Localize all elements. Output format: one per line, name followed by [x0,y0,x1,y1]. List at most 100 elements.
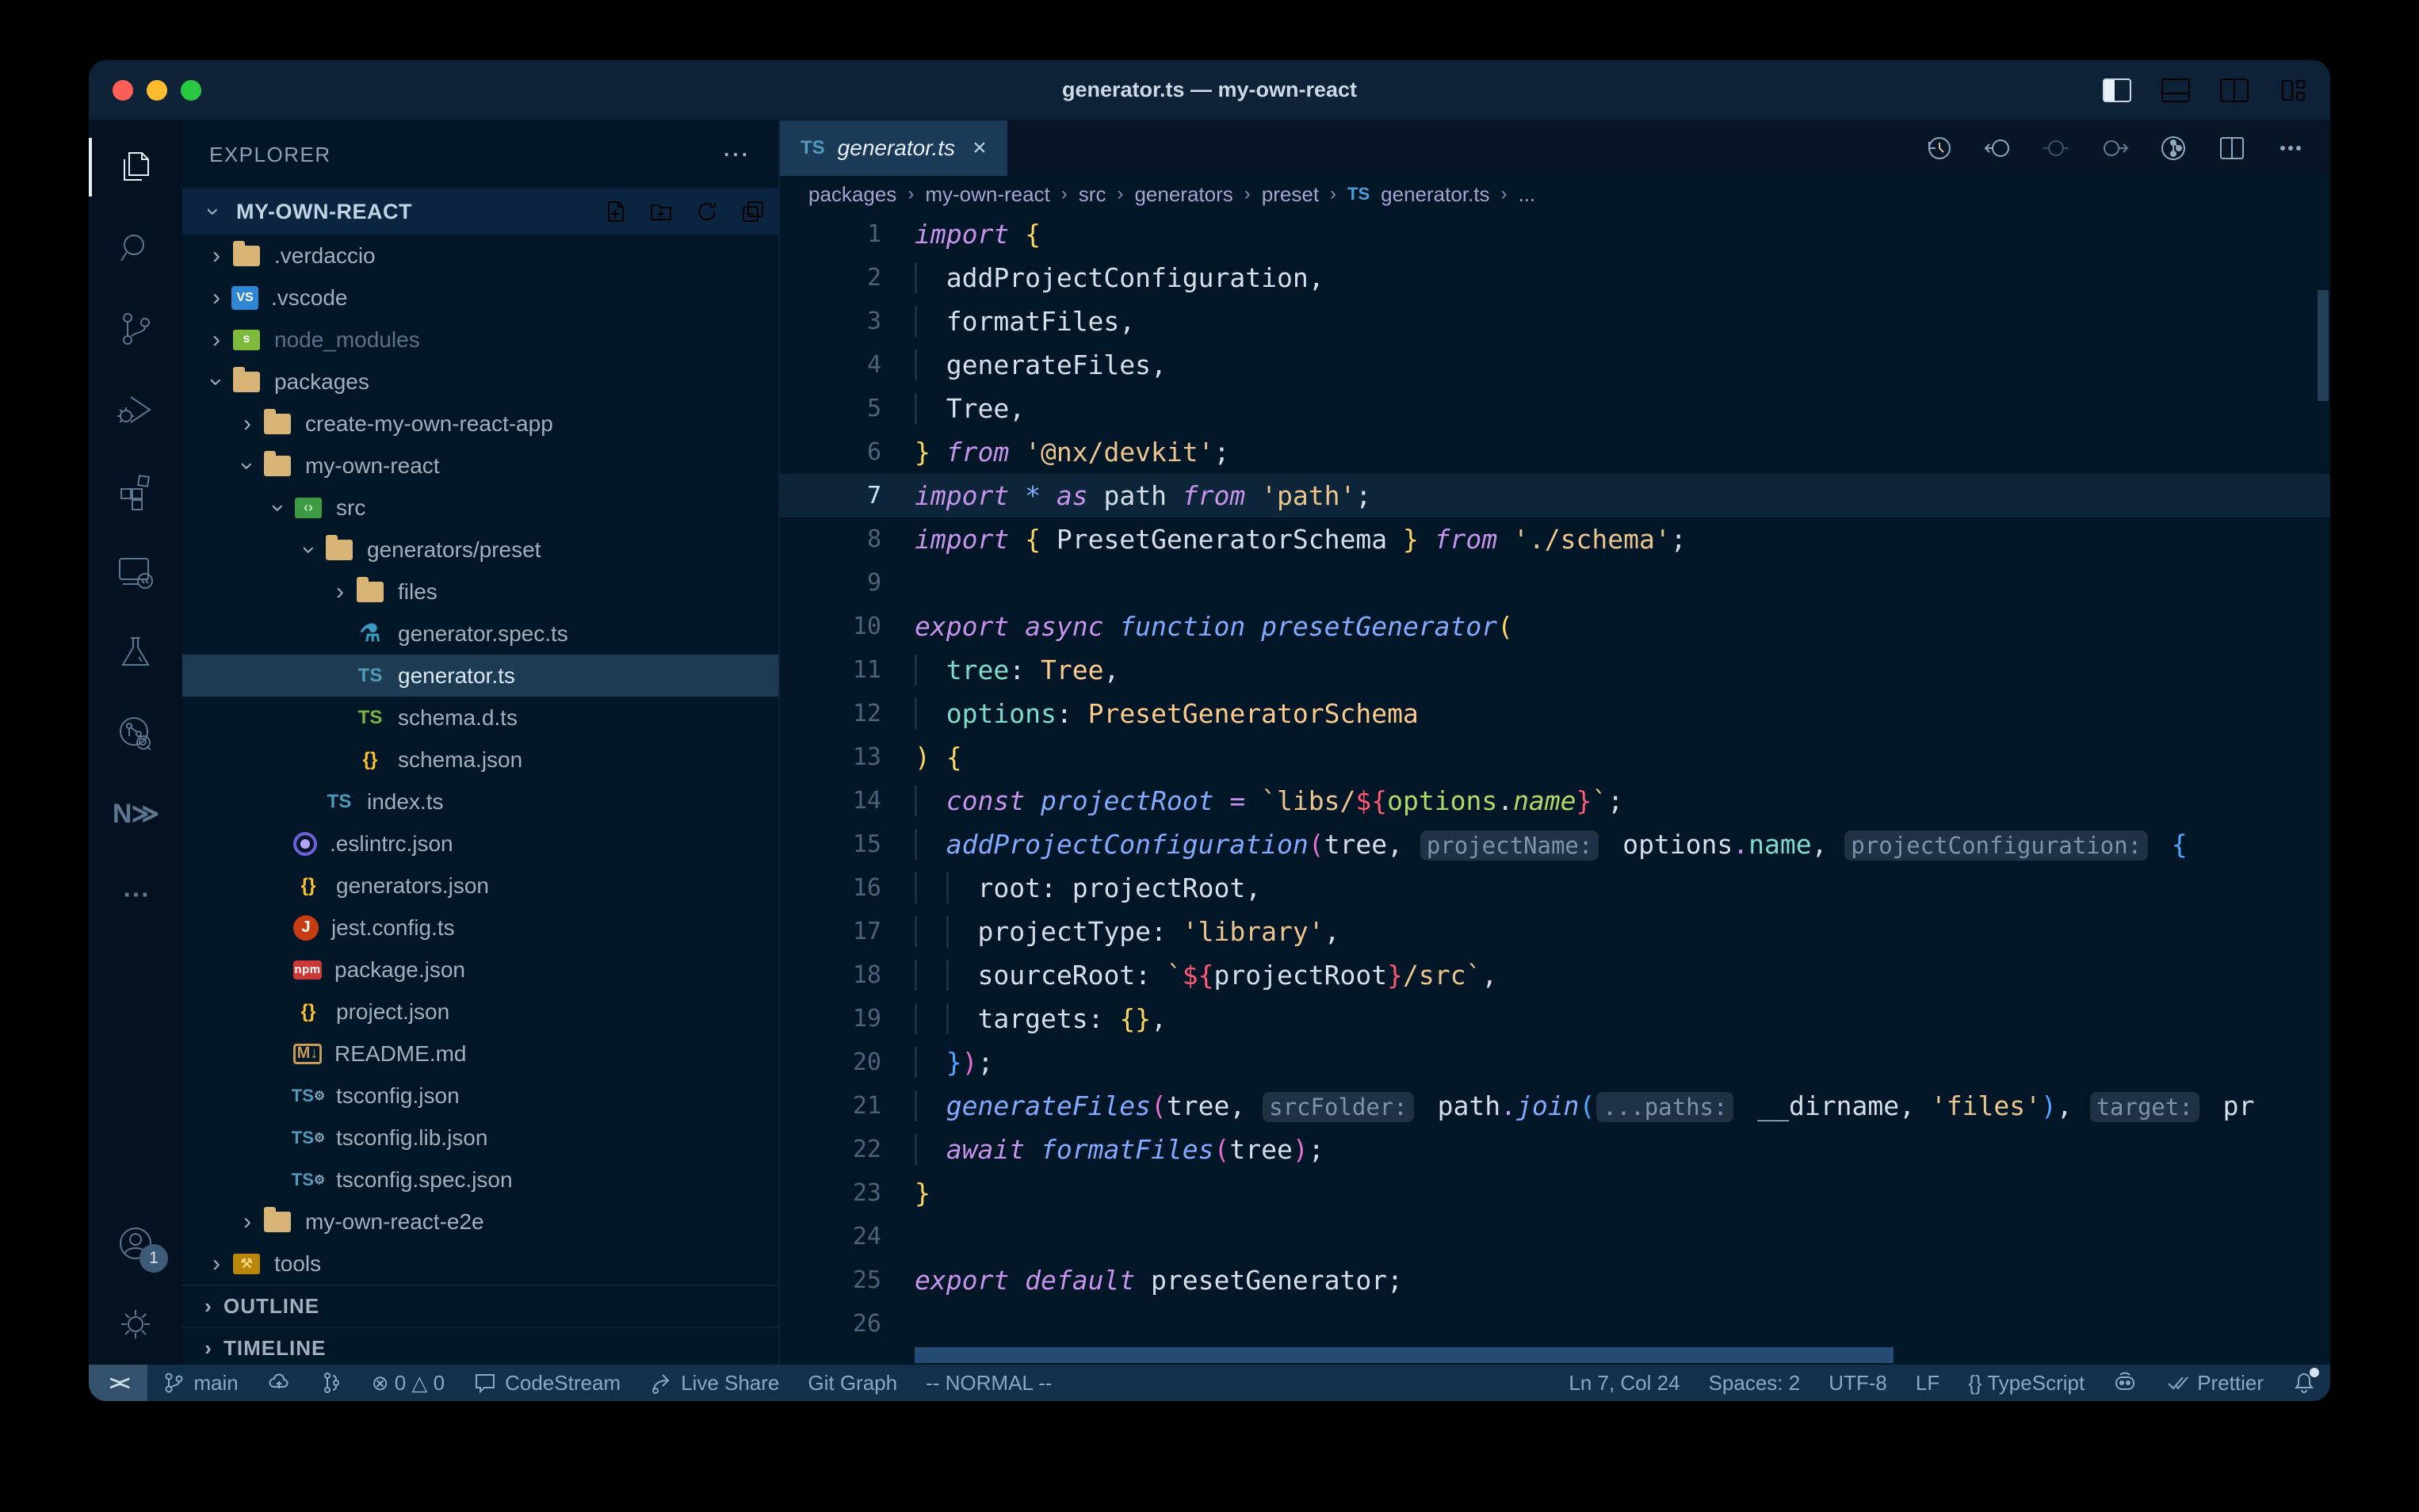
line-number[interactable]: 22 [780,1128,881,1171]
code-line-6[interactable]: 6} from '@nx/devkit'; [780,430,2330,474]
remote-indicator[interactable]: >< [89,1365,147,1401]
breadcrumb-item-my-own-react[interactable]: my-own-react [925,182,1049,207]
code-line-9[interactable]: 9 [780,561,2330,605]
line-number[interactable]: 4 [780,343,881,387]
code-line-13[interactable]: 13) { [780,735,2330,779]
status-ln-7-col-24[interactable]: Ln 7, Col 24 [1554,1365,1694,1401]
status-git-graph[interactable]: Git Graph [793,1365,911,1401]
navigate-forward-icon[interactable] [2099,132,2130,164]
tree-item-jest-config-ts[interactable]: ›Jjest.config.ts [182,907,778,949]
more-actions-icon[interactable] [2275,132,2306,164]
activity-run-debug[interactable] [89,369,182,450]
tab-generator-ts[interactable]: TS generator.ts × [780,120,1007,176]
tree-item-my-own-react[interactable]: ›my-own-react [182,445,778,487]
git-graph-view-icon[interactable] [2157,132,2189,164]
code-line-22[interactable]: 22 await formatFiles(tree); [780,1128,2330,1171]
vertical-scrollbar[interactable] [2318,290,2329,401]
tree-item-index-ts[interactable]: ›TSindex.ts [182,781,778,823]
status-cloud[interactable] [253,1365,305,1401]
line-number[interactable]: 21 [780,1084,881,1128]
line-number[interactable]: 26 [780,1302,881,1346]
status-prettier[interactable]: Prettier [2151,1365,2278,1401]
code-line-16[interactable]: 16 root: projectRoot, [780,866,2330,910]
status-typescript[interactable]: {} TypeScript [1954,1365,2099,1401]
toggle-panel-icon[interactable] [2161,78,2191,103]
status-utf-8[interactable]: UTF-8 [1814,1365,1901,1401]
close-tab-icon[interactable]: × [973,135,987,162]
line-number[interactable]: 13 [780,735,881,779]
line-number[interactable]: 23 [780,1171,881,1215]
code-line-4[interactable]: 4 generateFiles, [780,343,2330,387]
breadcrumb-item-generator-ts[interactable]: generator.ts [1381,182,1489,207]
tree-item-eslintrc-json[interactable]: ›.eslintrc.json [182,823,778,865]
tree-item-verdaccio[interactable]: ›.verdaccio [182,235,778,277]
timeline-section[interactable]: › TIMELINE [182,1327,778,1369]
activity-search[interactable] [89,208,182,288]
breadcrumb-item-generators[interactable]: generators [1134,182,1232,207]
code-line-26[interactable]: 26 [780,1302,2330,1346]
tree-item-package-json[interactable]: ›npmpackage.json [182,949,778,991]
customize-layout-icon[interactable] [2278,78,2308,103]
tree-item-generators-json[interactable]: ›{}generators.json [182,865,778,907]
line-number[interactable]: 10 [780,605,881,648]
activity-remote-explorer[interactable] [89,531,182,612]
tree-item-src[interactable]: ›src [182,487,778,529]
status-lf[interactable]: LF [1901,1365,1954,1401]
tree-item-packages[interactable]: ›packages [182,361,778,403]
breadcrumb-item-preset[interactable]: preset [1262,182,1319,207]
status-live-share[interactable]: Live Share [635,1365,793,1401]
collapse-folders-icon[interactable] [740,199,766,224]
line-number[interactable]: 3 [780,300,881,343]
line-number[interactable]: 20 [780,1040,881,1084]
code-line-3[interactable]: 3 formatFiles, [780,300,2330,343]
tree-item-create-my-own-react-app[interactable]: ›create-my-own-react-app [182,403,778,445]
tree-item-node-modules[interactable]: ›node_modules [182,319,778,361]
line-number[interactable]: 2 [780,256,881,300]
new-file-icon[interactable] [602,199,628,224]
activity-explorer[interactable] [89,127,182,208]
minimize-window-button[interactable] [147,80,167,101]
code-line-14[interactable]: 14 const projectRoot = `libs/${options.n… [780,779,2330,823]
line-number[interactable]: 6 [780,430,881,474]
code-line-25[interactable]: 25export default presetGenerator; [780,1258,2330,1302]
activity-testing[interactable] [89,612,182,693]
code-line-23[interactable]: 23} [780,1171,2330,1215]
line-number[interactable]: 25 [780,1258,881,1302]
line-number[interactable]: 17 [780,910,881,953]
timeline-history-icon[interactable] [1923,132,1955,164]
activity-settings[interactable] [89,1284,182,1365]
line-number[interactable]: 11 [780,648,881,692]
code-line-20[interactable]: 20 }); [780,1040,2330,1084]
status-copilot[interactable] [2099,1365,2151,1401]
breadcrumb-item-src[interactable]: src [1079,182,1106,207]
activity-more-views[interactable]: ⋯ [89,854,182,935]
tree-item-project-json[interactable]: ›{}project.json [182,991,778,1033]
tree-item-my-own-react-e2e[interactable]: ›my-own-react-e2e [182,1201,778,1243]
status-pipeline[interactable] [305,1365,357,1401]
tree-item-tsconfig-lib-json[interactable]: ›TS⚙tsconfig.lib.json [182,1117,778,1159]
tree-item-vscode[interactable]: ›VS.vscode [182,277,778,319]
line-number[interactable]: 18 [780,953,881,997]
tree-item-readme-md[interactable]: ›M↓README.md [182,1033,778,1075]
split-editor-right-icon[interactable] [2216,132,2248,164]
toggle-sidebar-icon[interactable] [2102,78,2132,103]
line-number[interactable]: 15 [780,823,881,866]
code-line-10[interactable]: 10export async function presetGenerator( [780,605,2330,648]
code-line-8[interactable]: 8import { PresetGeneratorSchema } from '… [780,517,2330,561]
explorer-more-actions-icon[interactable]: ⋯ [722,139,751,170]
code-line-5[interactable]: 5 Tree, [780,387,2330,430]
split-editor-icon[interactable] [2219,78,2249,103]
line-number[interactable]: 19 [780,997,881,1040]
tree-item-generator-ts[interactable]: ›TSgenerator.ts [182,655,778,697]
zoom-window-button[interactable] [181,80,201,101]
status-main[interactable]: main [147,1365,252,1401]
line-number[interactable]: 1 [780,212,881,256]
breadcrumb-item-packages[interactable]: packages [808,182,896,207]
code-line-11[interactable]: 11 tree: Tree, [780,648,2330,692]
line-number[interactable]: 7 [780,474,881,517]
code-editor[interactable]: 1import {2 addProjectConfiguration,3 for… [780,212,2330,1365]
code-line-15[interactable]: 15 addProjectConfiguration(tree, project… [780,823,2330,866]
activity-extensions[interactable] [89,450,182,531]
tree-item-files[interactable]: ›files [182,571,778,613]
navigate-back-disabled-icon[interactable] [2040,132,2072,164]
